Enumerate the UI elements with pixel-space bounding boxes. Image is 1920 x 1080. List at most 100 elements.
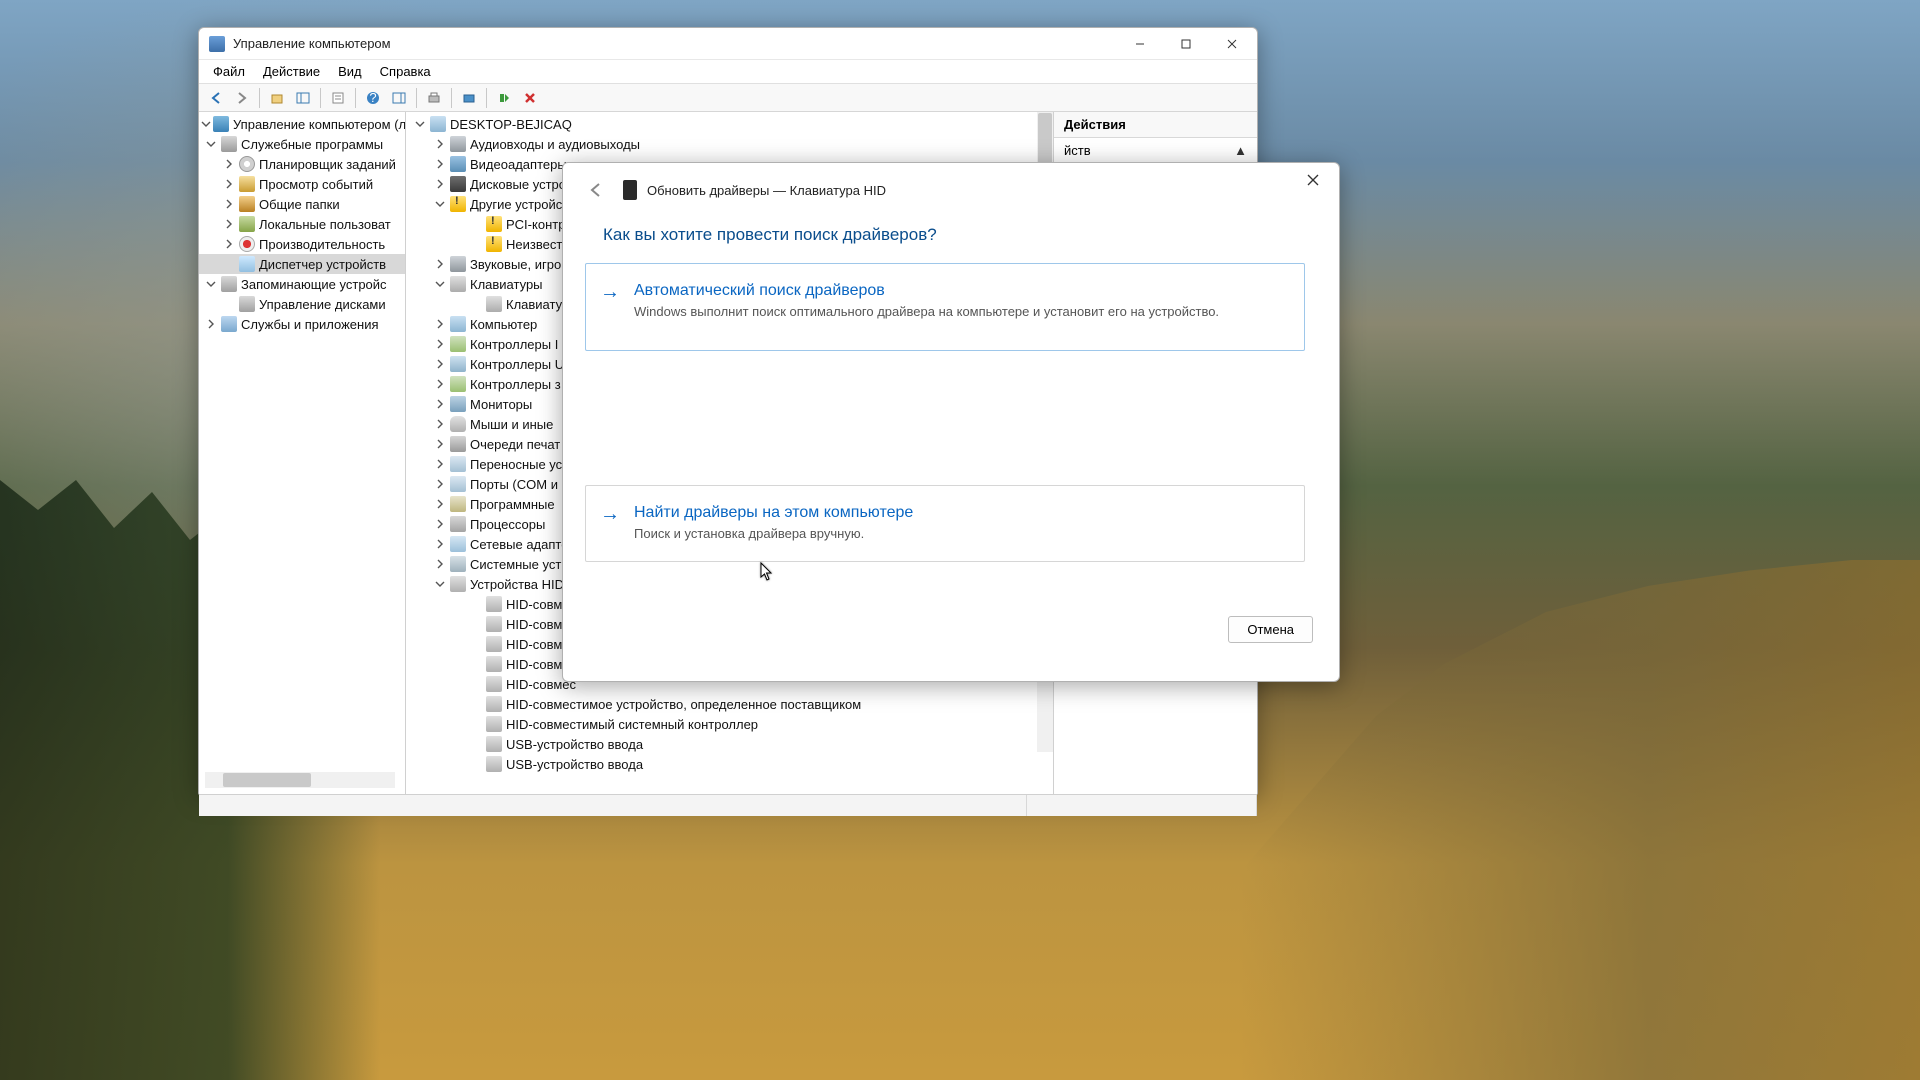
tree-twister-icon[interactable] <box>432 156 448 172</box>
tree-twister-icon[interactable] <box>432 536 448 552</box>
device-item[interactable]: USB-устройство ввода <box>406 734 1053 754</box>
device-item[interactable]: HID-совместимое устройство, определенное… <box>406 694 1053 714</box>
tree-node-icon <box>450 196 466 212</box>
menu-help[interactable]: Справка <box>372 62 439 81</box>
tree-twister-icon[interactable] <box>432 556 448 572</box>
tree-twister-icon[interactable] <box>432 516 448 532</box>
back-arrow-icon[interactable] <box>585 179 607 201</box>
tree-twister-icon[interactable] <box>432 196 448 212</box>
console-item[interactable]: Диспетчер устройств <box>199 254 405 274</box>
option-auto-search[interactable]: → Автоматический поиск драйверов Windows… <box>585 263 1305 351</box>
console-item[interactable]: Управление дисками <box>199 294 405 314</box>
horizontal-scrollbar[interactable] <box>205 772 395 788</box>
menu-file[interactable]: Файл <box>205 62 253 81</box>
console-item[interactable]: Производительность <box>199 234 405 254</box>
tree-twister-icon[interactable] <box>432 576 448 592</box>
back-button[interactable] <box>204 86 228 110</box>
tree-twister-icon[interactable] <box>203 136 219 152</box>
tree-node-icon <box>450 416 466 432</box>
tree-node-icon <box>450 436 466 452</box>
tree-twister-icon[interactable] <box>432 476 448 492</box>
console-tree[interactable]: Управление компьютером (л Служебные прог… <box>199 112 405 334</box>
option-description: Windows выполнит поиск оптимального драй… <box>634 304 1280 319</box>
actions-subheader[interactable]: йств ▲ <box>1054 138 1257 164</box>
tree-twister-icon[interactable] <box>432 396 448 412</box>
titlebar[interactable]: Управление компьютером <box>199 28 1257 60</box>
tree-node-label: Контроллеры I <box>470 337 558 352</box>
properties-button[interactable] <box>326 86 350 110</box>
tree-node-icon <box>486 296 502 312</box>
status-cell <box>199 795 1027 816</box>
tree-twister-icon[interactable] <box>221 176 237 192</box>
tree-twister-icon[interactable] <box>432 496 448 512</box>
show-hide-action-pane-button[interactable] <box>387 86 411 110</box>
tree-node-icon <box>430 116 446 132</box>
device-host[interactable]: DESKTOP-BEJICAQ <box>406 114 1053 134</box>
app-icon <box>209 36 225 52</box>
tree-node-label: Контроллеры U <box>470 357 564 372</box>
console-item[interactable]: Просмотр событий <box>199 174 405 194</box>
tree-twister-icon[interactable] <box>203 276 219 292</box>
tree-twister-icon[interactable] <box>432 336 448 352</box>
tree-twister-icon[interactable] <box>412 116 428 132</box>
tree-twister-icon[interactable] <box>432 136 448 152</box>
tree-twister-icon[interactable] <box>432 436 448 452</box>
tree-node-label: Очереди печат <box>470 437 560 452</box>
tree-twister-icon[interactable] <box>432 356 448 372</box>
tree-twister-icon[interactable] <box>221 196 237 212</box>
menu-action[interactable]: Действие <box>255 62 328 81</box>
minimize-button[interactable] <box>1117 29 1163 59</box>
tree-node-label: Звуковые, игро <box>470 257 561 272</box>
device-item[interactable]: HID-совместимый системный контроллер <box>406 714 1053 734</box>
tree-node-icon <box>486 616 502 632</box>
tree-node-icon <box>486 736 502 752</box>
forward-button[interactable] <box>230 86 254 110</box>
scan-hardware-button[interactable] <box>457 86 481 110</box>
tree-twister-icon[interactable] <box>432 276 448 292</box>
tree-twister-icon[interactable] <box>221 216 237 232</box>
console-group[interactable]: Службы и приложения <box>199 314 405 334</box>
menu-view[interactable]: Вид <box>330 62 370 81</box>
tree-twister-icon[interactable] <box>221 156 237 172</box>
tree-node-label: USB-устройство ввода <box>506 737 643 752</box>
tree-twister-icon[interactable] <box>432 316 448 332</box>
console-group[interactable]: Служебные программы <box>199 134 405 154</box>
scroll-thumb[interactable] <box>223 773 311 787</box>
console-root[interactable]: Управление компьютером (л <box>199 114 405 134</box>
device-icon <box>623 180 637 200</box>
tree-node-label: Локальные пользоват <box>259 217 391 232</box>
tree-twister-icon[interactable] <box>203 316 219 332</box>
console-item[interactable]: Локальные пользоват <box>199 214 405 234</box>
help-button[interactable]: ? <box>361 86 385 110</box>
console-item[interactable]: Общие папки <box>199 194 405 214</box>
show-hide-tree-button[interactable] <box>291 86 315 110</box>
device-category[interactable]: Аудиовходы и аудиовыходы <box>406 134 1053 154</box>
tree-node-icon <box>450 496 466 512</box>
tree-twister-icon[interactable] <box>432 256 448 272</box>
tree-node-label: HID-совместимое устройство, определенное… <box>506 697 861 712</box>
console-item[interactable]: Планировщик заданий <box>199 154 405 174</box>
dialog-body: Обновить драйверы — Клавиатура HID Как в… <box>563 179 1339 663</box>
up-button[interactable] <box>265 86 289 110</box>
tree-twister-icon[interactable] <box>432 376 448 392</box>
print-button[interactable] <box>422 86 446 110</box>
tree-node-icon <box>239 196 255 212</box>
tree-node-label: Аудиовходы и аудиовыходы <box>470 137 640 152</box>
tree-node-icon <box>450 356 466 372</box>
separator <box>451 88 452 108</box>
tree-twister-icon[interactable] <box>221 236 237 252</box>
tree-twister-icon[interactable] <box>201 116 211 132</box>
uninstall-device-button[interactable] <box>518 86 542 110</box>
console-group[interactable]: Запоминающие устройс <box>199 274 405 294</box>
separator <box>355 88 356 108</box>
tree-twister-icon[interactable] <box>432 416 448 432</box>
tree-node-icon <box>221 316 237 332</box>
tree-twister-icon[interactable] <box>432 176 448 192</box>
maximize-button[interactable] <box>1163 29 1209 59</box>
cancel-button[interactable]: Отмена <box>1228 616 1313 643</box>
enable-device-button[interactable] <box>492 86 516 110</box>
close-button[interactable] <box>1209 29 1255 59</box>
option-browse-computer[interactable]: → Найти драйверы на этом компьютере Поис… <box>585 485 1305 562</box>
device-item[interactable]: USB-устройство ввода <box>406 754 1053 774</box>
tree-twister-icon[interactable] <box>432 456 448 472</box>
